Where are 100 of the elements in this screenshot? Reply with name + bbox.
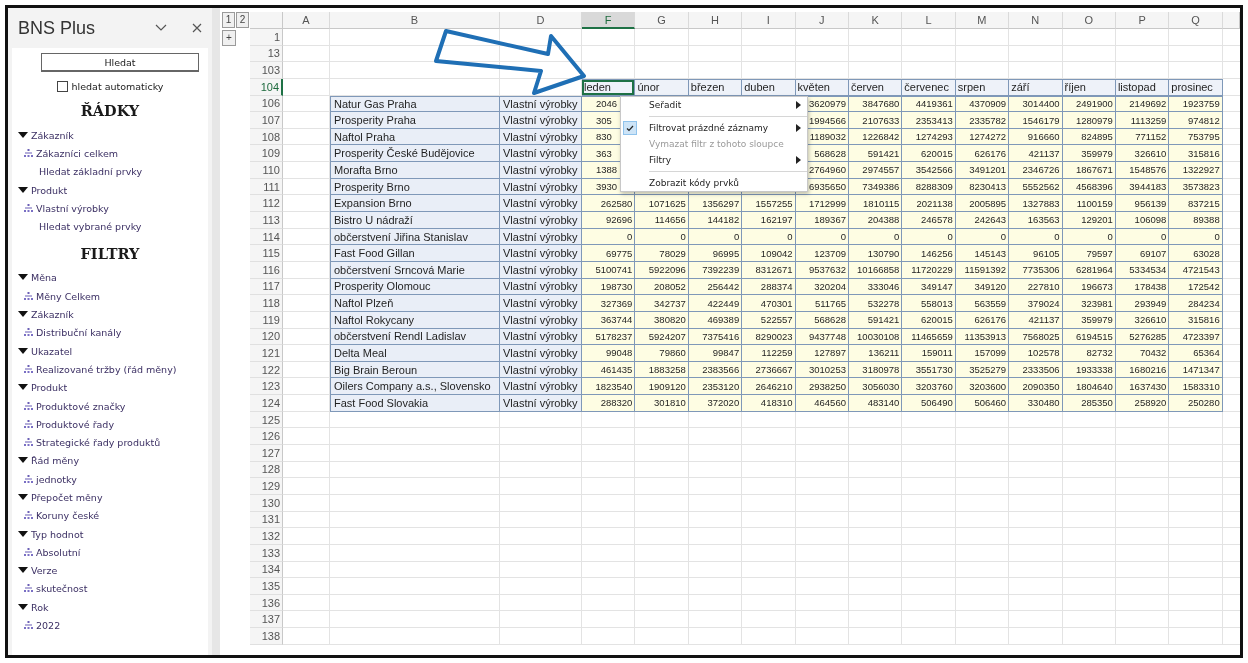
search-link[interactable]: Hledat základní prvky	[12, 162, 208, 181]
row-number[interactable]: 138	[250, 628, 283, 645]
close-icon[interactable]	[190, 21, 204, 35]
row-number[interactable]: 121	[250, 345, 283, 362]
tree-group[interactable]: Typ hodnot	[12, 524, 208, 544]
row-number[interactable]: 137	[250, 611, 283, 629]
row-number[interactable]: 113	[250, 212, 283, 229]
row-number[interactable]: 1	[250, 29, 283, 46]
column-header[interactable]: A	[283, 12, 330, 29]
table-cell: 837215	[1169, 195, 1223, 213]
caret-down-icon[interactable]	[18, 311, 28, 318]
column-header[interactable]: F	[582, 12, 636, 29]
caret-down-icon[interactable]	[18, 274, 28, 282]
tree-item[interactable]: skutečnost	[12, 579, 208, 599]
tree-item[interactable]: Produktové řady	[12, 415, 208, 434]
column-header[interactable]: D	[500, 12, 582, 29]
table-cell: 1548576	[1115, 162, 1170, 179]
column-header[interactable]: G	[635, 12, 689, 29]
table-cell: 506460	[955, 395, 1010, 412]
row-number[interactable]: 115	[250, 245, 283, 262]
table-cell: 69775	[582, 245, 636, 262]
row-number[interactable]: 118	[250, 295, 283, 312]
column-header[interactable]: B	[330, 12, 500, 29]
row-number[interactable]: 110	[250, 162, 283, 179]
caret-down-icon[interactable]	[18, 530, 28, 538]
tree-item[interactable]: Měny Celkem	[12, 287, 208, 306]
row-number[interactable]: 112	[250, 195, 283, 213]
table-cell: 2335782	[955, 112, 1010, 129]
row-number[interactable]: 103	[250, 62, 283, 79]
section-heading: ŘÁDKY	[79, 101, 141, 121]
table-cell: 315816	[1169, 145, 1223, 163]
column-header[interactable]: J	[795, 12, 849, 29]
row-number[interactable]: 124	[250, 395, 283, 412]
tree-group[interactable]: Produkt	[12, 180, 208, 200]
row-number[interactable]: 127	[250, 445, 283, 462]
table-cell: 372020	[688, 395, 743, 412]
column-header[interactable]: N	[1009, 12, 1063, 29]
row-number[interactable]: 107	[250, 112, 283, 129]
tree-group[interactable]: Produkt	[12, 378, 208, 397]
caret-down-icon[interactable]	[18, 457, 28, 465]
column-header[interactable]: M	[955, 12, 1010, 29]
caret-down-icon[interactable]	[18, 567, 28, 575]
outline-level-button[interactable]: 2	[236, 12, 249, 28]
tree-item[interactable]: Strategické řady produktů	[12, 433, 208, 452]
table-cell: 89388	[1169, 212, 1223, 229]
column-header[interactable]: H	[688, 12, 743, 29]
outline-expand-button[interactable]: +	[222, 30, 236, 46]
tree-group[interactable]: Řád měny	[12, 451, 208, 471]
table-cell: 70432	[1115, 345, 1170, 362]
checkbox[interactable]	[56, 80, 68, 92]
table-cell: 1637430	[1115, 378, 1170, 396]
row-number[interactable]: 132	[250, 528, 283, 545]
column-header[interactable]: L	[902, 12, 956, 29]
row-number[interactable]: 126	[250, 428, 283, 445]
table-cell: Vlastní výrobky	[500, 395, 582, 412]
caret-down-icon[interactable]	[18, 494, 28, 501]
tree-item[interactable]: Zákazníci celkem	[12, 144, 208, 163]
caret-down-icon[interactable]	[18, 347, 28, 355]
caret-down-icon[interactable]	[18, 603, 28, 611]
search-button[interactable]: Hledat	[41, 53, 199, 72]
column-header[interactable]: I	[742, 12, 796, 29]
tree-item[interactable]: jednotky	[12, 470, 208, 489]
tree-item[interactable]: 2022	[12, 616, 208, 635]
table-cell: 288320	[582, 395, 636, 412]
table-cell: 146256	[902, 245, 956, 262]
table-cell: 78029	[635, 245, 689, 262]
tree-group[interactable]: Zákazník	[12, 126, 208, 145]
caret-down-icon[interactable]	[18, 186, 28, 194]
column-header[interactable]: P	[1115, 12, 1170, 29]
tree-group[interactable]: Měna	[12, 268, 208, 288]
tree-group[interactable]: Ukazatel	[12, 341, 208, 361]
row-number[interactable]: 129	[250, 478, 283, 495]
tree-group[interactable]: Verze	[12, 561, 208, 580]
tree-item[interactable]: Vlastní výrobky	[12, 199, 208, 218]
tree-group[interactable]: Zákazník	[12, 305, 208, 324]
column-header[interactable]: K	[848, 12, 903, 29]
caret-down-icon[interactable]	[18, 384, 28, 392]
search-link[interactable]: Hledat vybrané prvky	[12, 217, 208, 236]
row-number[interactable]: 135	[250, 578, 283, 595]
tree-item[interactable]: Absolutní	[12, 543, 208, 562]
tree-group[interactable]: Rok	[12, 598, 208, 617]
caret-down-icon[interactable]	[18, 131, 28, 139]
tree-item[interactable]: Produktové značky	[12, 396, 208, 416]
tree-item[interactable]: Distribuční kanály	[12, 323, 208, 342]
pane-title: BNS Plus	[18, 17, 97, 39]
table-cell: 342737	[635, 295, 689, 312]
table-cell: 189367	[795, 212, 849, 229]
row-number[interactable]: 123	[250, 378, 283, 396]
table-cell: Naftol Plzeň	[330, 295, 500, 312]
row-number[interactable]: 109	[250, 145, 283, 163]
tree-group[interactable]: Přepočet měny	[12, 488, 208, 507]
column-header[interactable]: Q	[1169, 12, 1223, 29]
tree-item[interactable]: Realizované tržby (řád měny)	[12, 360, 208, 379]
outline-level-button[interactable]: 1	[222, 12, 235, 28]
submenu-arrow-icon	[796, 124, 801, 132]
tree-item[interactable]: Koruny české	[12, 506, 208, 525]
table-cell: 1280979	[1062, 112, 1116, 129]
table-cell: 96995	[688, 245, 743, 262]
column-header[interactable]: O	[1062, 12, 1116, 29]
table-cell: 112259	[742, 345, 796, 362]
